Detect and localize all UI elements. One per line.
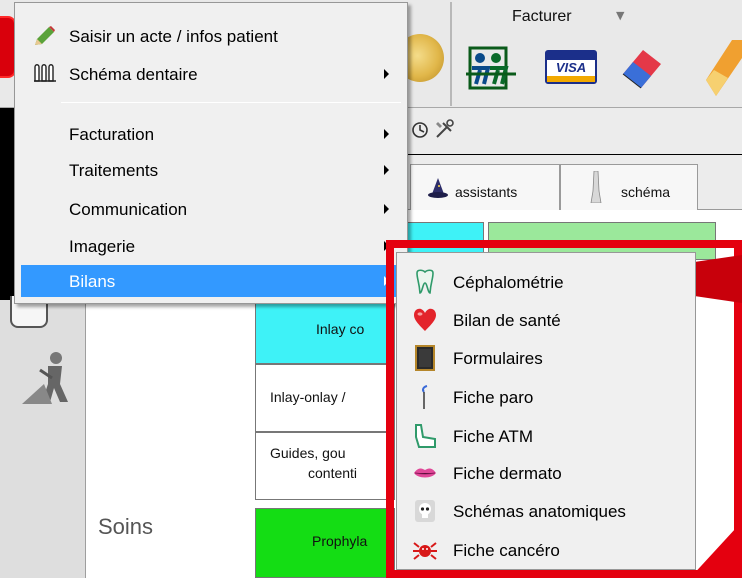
soin-cell-guides[interactable]: Guides, gou contenti xyxy=(255,432,395,500)
submenu-item-fiche-cancero[interactable]: Fiche cancéro xyxy=(401,533,691,567)
submenu-arrow-icon xyxy=(384,165,389,175)
patients-icon[interactable] xyxy=(466,44,516,96)
soin-cell-inlay-onlay[interactable]: Inlay-onlay / xyxy=(255,364,395,432)
callout-flag xyxy=(696,255,742,303)
submenu-arrow-icon xyxy=(384,129,389,139)
skull-icon xyxy=(415,500,435,522)
tab-schema[interactable]: schéma xyxy=(560,164,698,210)
eraser-icon[interactable] xyxy=(615,44,667,92)
toolbar-separator xyxy=(450,2,452,106)
submenu-item-fiche-atm[interactable]: Fiche ATM xyxy=(401,419,691,453)
crab-icon xyxy=(413,542,437,560)
visa-card-icon[interactable]: VISA xyxy=(545,50,597,84)
menu-item-imagerie[interactable]: Imagerie xyxy=(21,229,401,263)
left-rail xyxy=(0,300,86,578)
soin-cell-prophylaxie[interactable]: Prophyla xyxy=(255,508,395,578)
tools-icon[interactable] xyxy=(434,118,456,140)
menu-item-bilans[interactable]: Bilans xyxy=(21,265,401,297)
bilans-submenu: Céphalométrie Bilan de santé Formulaires… xyxy=(396,252,696,570)
menu-item-traitements[interactable]: Traitements xyxy=(21,153,401,187)
menu-item-saisir-acte[interactable]: Saisir un acte / infos patient xyxy=(21,19,401,53)
lips-icon xyxy=(414,468,436,478)
tab-schema-label: schéma xyxy=(621,184,671,200)
pill-icon[interactable] xyxy=(702,40,742,96)
submenu-arrow-icon xyxy=(384,204,389,214)
tooth-icon xyxy=(590,171,602,203)
menu-separator xyxy=(61,102,401,103)
soin-cell-inlay-composite[interactable]: Inlay co xyxy=(255,302,395,364)
worker-icon[interactable] xyxy=(22,350,78,404)
heart-icon xyxy=(414,308,436,331)
facturer-label[interactable]: Facturer xyxy=(512,8,572,26)
submenu-item-fiche-dermato[interactable]: Fiche dermato xyxy=(401,456,691,490)
submenu-item-bilan-sante[interactable]: Bilan de santé xyxy=(401,303,691,337)
submenu-arrow-icon xyxy=(384,69,389,79)
context-menu: Saisir un acte / infos patient Schéma de… xyxy=(14,2,408,304)
submenu-item-cephalometrie[interactable]: Céphalométrie xyxy=(401,265,691,299)
menu-item-schema-dentaire[interactable]: Schéma dentaire xyxy=(21,57,401,91)
menu-item-facturation[interactable]: Facturation xyxy=(21,117,401,151)
tab-assistants[interactable]: assistants xyxy=(410,164,560,210)
tab-assistants-label: assistants xyxy=(455,184,518,200)
facturer-dropdown-icon[interactable]: ▼ xyxy=(616,9,624,22)
tooth-outline-icon xyxy=(416,269,434,294)
probe-icon xyxy=(422,385,428,409)
submenu-item-schemas-anatomiques[interactable]: Schémas anatomiques xyxy=(401,494,691,528)
jaw-icon xyxy=(415,424,436,448)
pencil-icon xyxy=(35,26,55,45)
teeth-icon xyxy=(34,64,56,82)
menu-item-communication[interactable]: Communication xyxy=(21,192,401,226)
history-icon[interactable] xyxy=(410,120,430,140)
submenu-item-fiche-paro[interactable]: Fiche paro xyxy=(401,380,691,414)
wizard-hat-icon xyxy=(428,178,448,198)
soins-section-label: Soins xyxy=(98,514,154,539)
form-book-icon xyxy=(415,345,435,371)
submenu-item-formulaires[interactable]: Formulaires xyxy=(401,341,691,375)
